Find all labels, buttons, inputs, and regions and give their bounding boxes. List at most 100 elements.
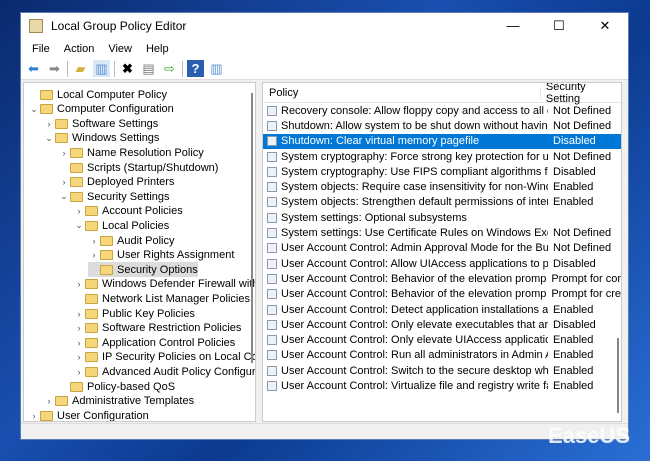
chevron-right-icon[interactable]: › — [73, 338, 85, 348]
list-item[interactable]: Shutdown: Allow system to be shut down w… — [263, 118, 621, 133]
tree-item[interactable]: ⌄ Windows Settings — [43, 131, 159, 146]
chevron-right-icon[interactable]: › — [73, 323, 85, 333]
tree-item[interactable]: › Software Restriction Policies — [73, 321, 242, 336]
folder-icon — [85, 293, 98, 304]
chevron-right-icon[interactable]: › — [73, 206, 85, 216]
policy-editor-icon — [29, 19, 43, 33]
tree-item[interactable]: Policy-based QoS — [58, 379, 175, 394]
list-item[interactable]: User Account Control: Switch to the secu… — [263, 363, 621, 378]
help-icon[interactable]: ? — [187, 60, 204, 77]
list-item[interactable]: Recovery console: Allow floppy copy and … — [263, 103, 621, 118]
chevron-down-icon[interactable]: ⌄ — [28, 104, 40, 115]
show-hide-tree-icon[interactable]: ▥ — [93, 60, 110, 77]
security-setting: Enabled — [553, 349, 594, 362]
tree-item[interactable]: › Account Policies — [73, 204, 183, 219]
policy-name: Recovery console: Allow floppy copy and … — [263, 105, 548, 117]
properties-icon[interactable]: ▤ — [140, 60, 157, 77]
tree-item[interactable]: › Public Key Policies — [73, 306, 195, 321]
column-header-security-setting[interactable]: Security Setting — [541, 83, 621, 105]
tree-item[interactable]: › User Configuration — [28, 408, 149, 421]
menu-file[interactable]: File — [25, 43, 57, 55]
chevron-right-icon[interactable]: › — [73, 309, 85, 319]
chevron-down-icon[interactable]: ⌄ — [58, 191, 70, 202]
security-setting: Enabled — [553, 334, 594, 347]
folder-icon — [100, 250, 113, 261]
policy-icon — [267, 273, 277, 284]
chevron-right-icon[interactable]: › — [58, 148, 70, 158]
policy-name: User Account Control: Only elevate UIAcc… — [263, 334, 548, 346]
list-item[interactable]: System cryptography: Force strong key pr… — [263, 149, 621, 164]
list-item[interactable]: System settings: Use Certificate Rules o… — [263, 225, 621, 240]
list-item[interactable]: User Account Control: Detect application… — [263, 302, 621, 317]
back-icon[interactable]: ⬅ — [25, 60, 42, 77]
separator — [67, 60, 68, 77]
tree-item[interactable]: › Application Control Policies — [73, 335, 236, 350]
tree-item[interactable]: › Windows Defender Firewall with A — [73, 277, 256, 292]
separator — [114, 60, 115, 77]
chevron-right-icon[interactable]: › — [73, 279, 85, 289]
list-item[interactable]: User Account Control: Behavior of the el… — [263, 287, 621, 302]
list-item[interactable]: User Account Control: Admin Approval Mod… — [263, 241, 621, 256]
tree-item-label: Account Policies — [102, 205, 183, 218]
tree-item-label: User Rights Assignment — [117, 249, 235, 262]
chevron-right-icon[interactable]: › — [43, 119, 55, 129]
list-item[interactable]: User Account Control: Run all administra… — [263, 348, 621, 363]
tree-item[interactable]: ⌄ Local Policies — [73, 218, 169, 233]
up-folder-icon[interactable]: ▰ — [72, 60, 89, 77]
close-button[interactable]: ✕ — [582, 18, 628, 34]
tree-item[interactable]: ⌄ Security Settings — [58, 189, 169, 204]
policy-name: System objects: Strengthen default permi… — [263, 196, 548, 208]
tree-item[interactable]: › Audit Policy — [88, 233, 175, 248]
tree-item[interactable]: Local Computer Policy — [28, 87, 167, 102]
chevron-down-icon[interactable]: ⌄ — [43, 133, 55, 144]
tree-item[interactable]: Security Options — [88, 262, 198, 278]
show-hide-action-pane-icon[interactable]: ▥ — [208, 60, 225, 77]
chevron-right-icon[interactable]: › — [88, 250, 100, 260]
tree-item[interactable]: Network List Manager Policies — [73, 291, 250, 306]
chevron-right-icon[interactable]: › — [58, 177, 70, 187]
menu-view[interactable]: View — [101, 43, 139, 55]
tree-item[interactable]: › Administrative Templates — [43, 394, 195, 409]
list-item[interactable]: User Account Control: Only elevate UIAcc… — [263, 332, 621, 347]
tree-item[interactable]: › Advanced Audit Policy Configura — [73, 364, 256, 379]
chevron-right-icon[interactable]: › — [43, 396, 55, 406]
tree-item[interactable]: › Software Settings — [43, 116, 159, 131]
list-item[interactable]: System settings: Optional subsystems — [263, 210, 621, 225]
minimize-button[interactable]: — — [490, 18, 536, 34]
chevron-right-icon[interactable]: › — [88, 236, 100, 246]
list-item[interactable]: System cryptography: Use FIPS compliant … — [263, 164, 621, 179]
tree-item[interactable]: ⌄ Computer Configuration — [28, 102, 174, 117]
security-setting: Not Defined — [553, 119, 612, 132]
column-header-policy[interactable]: Policy — [263, 86, 541, 99]
list-item[interactable]: User Account Control: Virtualize file an… — [263, 378, 621, 393]
list-item[interactable]: System objects: Require case insensitivi… — [263, 179, 621, 194]
forward-icon[interactable]: ➡ — [46, 60, 63, 77]
tree-item[interactable]: › User Rights Assignment — [88, 248, 235, 263]
folder-icon — [70, 381, 83, 392]
maximize-button[interactable]: ☐ — [536, 18, 582, 34]
tree-item[interactable]: › IP Security Policies on Local Com — [73, 350, 256, 365]
policy-label: User Account Control: Only elevate execu… — [281, 318, 548, 331]
delete-icon[interactable]: ✖ — [119, 60, 136, 77]
list-item[interactable]: User Account Control: Behavior of the el… — [263, 271, 621, 286]
tree-item[interactable]: › Deployed Printers — [58, 175, 175, 190]
chevron-right-icon[interactable]: › — [28, 411, 40, 421]
list-item[interactable]: System objects: Strengthen default permi… — [263, 195, 621, 210]
chevron-right-icon[interactable]: › — [73, 352, 85, 362]
menu-action[interactable]: Action — [57, 43, 102, 55]
list-item[interactable]: User Account Control: Allow UIAccess app… — [263, 256, 621, 271]
tree-item[interactable]: Scripts (Startup/Shutdown) — [58, 160, 218, 175]
list-scrollbar[interactable] — [617, 338, 619, 413]
security-setting: Enabled — [553, 364, 594, 377]
chevron-right-icon[interactable]: › — [73, 367, 85, 377]
tree-item[interactable]: › Name Resolution Policy — [58, 145, 204, 160]
chevron-down-icon[interactable]: ⌄ — [73, 220, 85, 231]
tree-scrollbar[interactable] — [251, 93, 253, 363]
list-item[interactable]: User Account Control: Only elevate execu… — [263, 317, 621, 332]
tree-item-label: Windows Defender Firewall with A — [102, 278, 256, 291]
list-item[interactable]: Shutdown: Clear virtual memory pagefile D… — [263, 133, 621, 149]
export-list-icon[interactable]: ⇨ — [161, 60, 178, 77]
policy-name: User Account Control: Only elevate execu… — [263, 319, 548, 331]
policy-icon — [267, 258, 277, 269]
menu-help[interactable]: Help — [139, 43, 176, 55]
